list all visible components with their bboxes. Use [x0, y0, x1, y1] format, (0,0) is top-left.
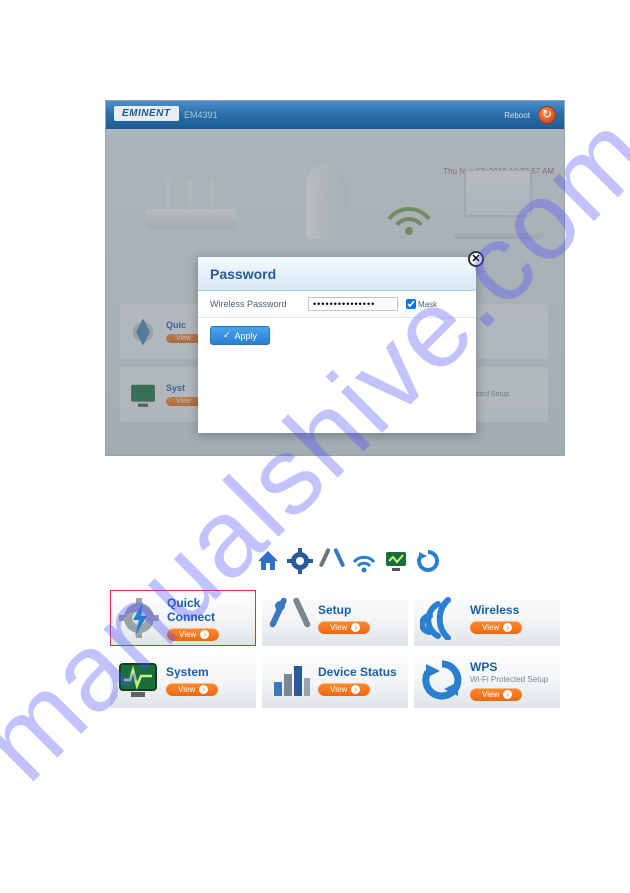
gear-icon[interactable]: [287, 548, 313, 574]
view-button[interactable]: View: [470, 688, 522, 701]
card-setup[interactable]: Setup View: [262, 590, 408, 646]
model-label: EM4391: [184, 110, 218, 120]
view-button[interactable]: View: [318, 621, 370, 634]
card-system[interactable]: System View: [110, 652, 256, 708]
view-button[interactable]: View: [166, 683, 218, 696]
apply-button[interactable]: Apply: [210, 326, 270, 345]
card-device-status[interactable]: Device Status View: [262, 652, 408, 708]
card-title: Setup: [318, 603, 370, 617]
card-grid: Quick Connect View Setup View: [110, 590, 570, 708]
card-title: WPS: [470, 660, 548, 674]
password-modal: Password Wireless Password Mask Apply: [198, 257, 476, 433]
refresh-icon[interactable]: [415, 548, 441, 574]
view-button[interactable]: View: [167, 628, 219, 641]
cycle-arrows-icon: [420, 658, 464, 702]
monitor-icon[interactable]: [383, 548, 409, 574]
wireless-password-input[interactable]: [308, 297, 398, 311]
card-wps[interactable]: WPS Wi-Fi Protected Setup View: [414, 652, 560, 708]
router-body: Thu Nov 07, 2013 10:53:57 AM QuicView ee…: [106, 129, 564, 455]
router-topbar: EMINENT EM4391 Reboot: [106, 101, 564, 129]
modal-close-button[interactable]: ✕: [468, 251, 484, 267]
reboot-label: Reboot: [504, 111, 530, 120]
signal-waves-icon: [420, 596, 464, 640]
bar-chart-icon: [268, 658, 312, 702]
card-wireless[interactable]: Wireless View: [414, 590, 560, 646]
toolbar: [255, 548, 441, 574]
view-button[interactable]: View: [470, 621, 522, 634]
mask-checkbox[interactable]: Mask: [406, 299, 437, 309]
password-row: Wireless Password Mask: [198, 291, 476, 318]
card-title: Device Status: [318, 665, 397, 679]
card-subtitle: Wi-Fi Protected Setup: [470, 675, 548, 684]
gear-bolt-icon: [117, 596, 161, 640]
card-quick-connect[interactable]: Quick Connect View: [110, 590, 256, 646]
modal-title: Password: [198, 257, 476, 291]
view-button[interactable]: View: [318, 683, 370, 696]
card-title: System: [166, 665, 218, 679]
wrench-screwdriver-icon: [268, 596, 312, 640]
card-title: Wireless: [470, 603, 522, 617]
mask-checkbox-label: Mask: [418, 300, 437, 309]
mask-checkbox-input[interactable]: [406, 299, 416, 309]
wifi-icon[interactable]: [351, 548, 377, 574]
reboot-icon[interactable]: [538, 106, 556, 124]
card-title: Quick Connect: [167, 596, 249, 624]
monitor-pulse-icon: [116, 658, 160, 702]
router-ui-screenshot: EMINENT EM4391 Reboot Thu Nov 07, 2013 1…: [105, 100, 565, 456]
password-row-label: Wireless Password: [210, 299, 300, 309]
home-icon[interactable]: [255, 548, 281, 574]
tools-icon[interactable]: [319, 548, 345, 574]
brand-logo: EMINENT: [114, 106, 179, 121]
